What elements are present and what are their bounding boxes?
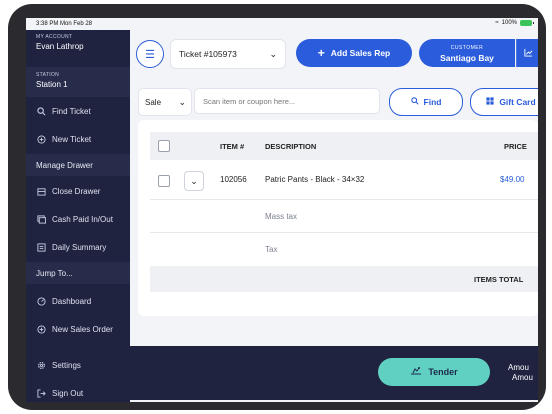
station-block[interactable]: STATION Station 1 — [26, 67, 130, 97]
plus-icon: + — [317, 46, 325, 60]
cash-icon — [36, 214, 46, 224]
sidebar-item-label: Find Ticket — [52, 106, 91, 116]
account-label: MY ACCOUNT — [36, 34, 73, 40]
status-bar: 3:38 PM Mon Feb 28 ≈ 100% — [26, 18, 538, 30]
items-total-label: ITEMS TOTAL — [474, 275, 524, 284]
customer-insights-button[interactable] — [516, 39, 538, 67]
tax-row: Tax — [150, 233, 538, 265]
chart-icon — [523, 48, 533, 59]
sidebar-item-label: New Ticket — [52, 134, 92, 144]
sidebar-item-label: Daily Summary — [52, 242, 107, 252]
sidebar-item-daily-summary[interactable]: Daily Summary — [26, 234, 130, 260]
expand-row-button[interactable]: ⌄ — [184, 171, 204, 191]
sidebar-item-cash-paid[interactable]: Cash Paid In/Out — [26, 206, 130, 232]
summary-icon — [36, 242, 46, 252]
tender-icon — [410, 366, 422, 378]
battery-icon — [520, 20, 534, 26]
column-price: PRICE — [504, 142, 527, 151]
row-description: Patric Pants - Black - 34×32 — [265, 175, 365, 184]
scan-input[interactable] — [194, 88, 380, 114]
app-screen: 3:38 PM Mon Feb 28 ≈ 100% MY ACCOUNT Eva… — [26, 18, 538, 402]
dashboard-icon — [36, 296, 46, 306]
customer-button[interactable]: CUSTOMER Santiago Bay — [419, 39, 515, 67]
tender-label: Tender — [428, 367, 458, 377]
items-total-row: ITEMS TOTAL — [150, 266, 538, 292]
sidebar-item-settings[interactable]: Settings — [26, 352, 130, 378]
mass-tax-label: Mass tax — [265, 212, 298, 221]
mode-dropdown[interactable]: Sale ⌄ — [138, 88, 192, 116]
mode-value: Sale — [145, 97, 162, 107]
battery-percent: 100% — [501, 20, 517, 26]
sidebar-item-label: New Sales Order — [52, 324, 113, 334]
sidebar-item-dashboard[interactable]: Dashboard — [26, 288, 130, 314]
ticket-number: Ticket #105973 — [179, 49, 237, 59]
row-price: $49.00 — [500, 175, 525, 184]
sign-out-icon — [36, 388, 46, 398]
sidebar-section-manage-drawer: Manage Drawer — [26, 154, 130, 176]
amount-label: Amou — [512, 373, 533, 382]
search-icon — [36, 106, 46, 116]
plus-circle-icon — [36, 324, 46, 334]
sidebar-item-close-drawer[interactable]: Close Drawer — [26, 178, 130, 204]
sidebar-item-label: Close Drawer — [52, 186, 101, 196]
sidebar-item-label: Settings — [52, 360, 81, 370]
tax-row: Mass tax — [150, 200, 538, 233]
menu-button[interactable]: ☰ — [136, 40, 164, 68]
select-all-checkbox[interactable] — [158, 140, 170, 152]
sidebar-item-new-sales-order[interactable]: New Sales Order — [26, 316, 130, 342]
find-label: Find — [423, 97, 442, 107]
customer-label: CUSTOMER — [450, 45, 484, 51]
chevron-down-icon: ⌄ — [178, 96, 186, 107]
tax-label: Tax — [265, 245, 278, 254]
sidebar-section-jump-to: Jump To... — [26, 262, 130, 284]
add-sales-rep-button[interactable]: + Add Sales Rep — [296, 39, 412, 67]
sidebar: MY ACCOUNT Evan Lathrop STATION Station … — [26, 30, 130, 402]
chevron-down-icon: ⌄ — [269, 48, 277, 59]
status-date: Mon Feb 28 — [60, 21, 93, 27]
status-time: 3:38 PM — [36, 21, 59, 27]
column-item: ITEM # — [220, 142, 245, 151]
table-row[interactable]: 102056 Patric Pants - Black - 34×32 $49.… — [150, 161, 538, 200]
status-right: ≈ 100% — [495, 20, 534, 26]
chevron-down-icon: ⌄ — [190, 175, 198, 186]
gift-card-icon — [486, 97, 494, 107]
hamburger-icon: ☰ — [145, 48, 155, 61]
wifi-icon: ≈ — [495, 20, 499, 26]
sidebar-item-new-ticket[interactable]: New Ticket — [26, 126, 130, 152]
station-label: STATION — [36, 72, 60, 78]
table-header: ITEM # DESCRIPTION PRICE — [150, 132, 538, 160]
row-item-number: 102056 — [220, 175, 247, 184]
find-button[interactable]: Find — [389, 88, 463, 116]
add-sales-rep-label: Add Sales Rep — [330, 48, 391, 58]
gear-icon — [36, 360, 46, 370]
station-name: Station 1 — [36, 80, 68, 89]
sidebar-item-label: Cash Paid In/Out — [52, 214, 113, 224]
gift-card-button[interactable]: Gift Card — [470, 88, 538, 116]
sidebar-item-find-ticket[interactable]: Find Ticket — [26, 98, 130, 124]
sidebar-item-sign-out[interactable]: Sign Out — [26, 380, 130, 402]
gift-card-label: Gift Card — [499, 97, 536, 107]
column-description: DESCRIPTION — [265, 142, 317, 151]
tender-button[interactable]: Tender — [378, 358, 490, 386]
search-icon — [410, 97, 419, 107]
plus-circle-icon — [36, 134, 46, 144]
amount-label: Amou — [508, 363, 529, 372]
register-icon — [36, 186, 46, 196]
account-block[interactable]: MY ACCOUNT Evan Lathrop — [26, 30, 130, 66]
section-title: Manage Drawer — [36, 160, 93, 170]
account-name: Evan Lathrop — [36, 42, 84, 51]
section-title: Jump To... — [36, 268, 73, 278]
sidebar-item-label: Dashboard — [52, 296, 92, 306]
row-checkbox[interactable] — [158, 175, 170, 187]
customer-name: Santiago Bay — [440, 53, 494, 63]
sidebar-item-label: Sign Out — [52, 388, 84, 398]
ticket-dropdown[interactable]: Ticket #105973 ⌄ — [170, 39, 286, 69]
